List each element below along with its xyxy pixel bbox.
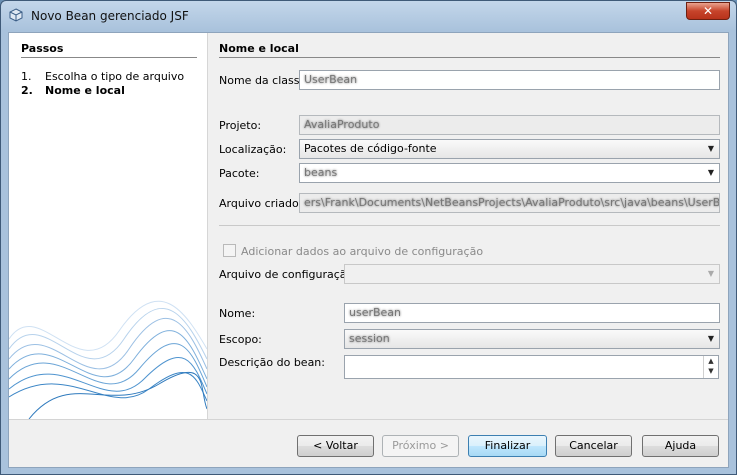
next-button[interactable]: Próximo > [382, 435, 459, 457]
netbeans-cube-icon [9, 8, 23, 22]
step-item-1: 1. Escolha o tipo de arquivo [21, 70, 184, 83]
dialog-body: Passos 1. Escolha o tipo de arquivo 2. Nom… [8, 32, 729, 468]
form-panel: Nome e local Nome da classe: UserBean Pr… [219, 33, 724, 419]
package-value: beans [304, 166, 338, 179]
bean-name-input[interactable]: userBean [344, 303, 720, 323]
package-combo[interactable]: beans ▼ [299, 163, 720, 183]
form-header: Nome e local [219, 42, 299, 55]
location-value: Pacotes de código-fonte [304, 142, 437, 155]
chevron-down-icon: ▼ [707, 144, 714, 153]
scope-label: Escopo: [219, 333, 262, 346]
title-bar[interactable]: Novo Bean gerenciado JSF ✕ [1, 1, 736, 31]
back-button[interactable]: < Voltar [297, 435, 374, 457]
created-file-value: ers\Frank\Documents\NetBeansProjects\Ava… [304, 196, 720, 209]
step-label: Nome e local [45, 84, 125, 97]
close-button[interactable]: ✕ [686, 2, 730, 20]
cancel-button[interactable]: Cancelar [555, 435, 632, 457]
help-button[interactable]: Ajuda [642, 435, 719, 457]
step-item-2-current: 2. Nome e local [21, 84, 125, 97]
class-name-input[interactable]: UserBean [299, 70, 720, 90]
class-name-label: Nome da classe: [219, 74, 310, 87]
spinner-arrows-icon[interactable]: ▲ ▼ [703, 356, 718, 378]
created-file-label: Arquivo criado: [219, 197, 303, 210]
step-number: 1. [21, 70, 32, 83]
section-divider [219, 225, 720, 226]
chevron-down-icon: ▼ [707, 269, 714, 278]
scope-value: session [349, 332, 390, 345]
add-config-label: Adicionar dados ao arquivo de configuraç… [241, 245, 484, 258]
package-label: Pacote: [219, 167, 260, 180]
location-dropdown[interactable]: Pacotes de código-fonte ▼ [299, 139, 720, 159]
button-bar-divider [9, 419, 728, 420]
chevron-down-icon: ▼ [707, 168, 714, 177]
project-value: AvaliaProduto [304, 118, 380, 131]
description-textarea[interactable]: ▲ ▼ [344, 355, 719, 379]
bean-name-label: Nome: [219, 307, 256, 320]
window-title: Novo Bean gerenciado JSF [31, 9, 189, 23]
created-file-field: ers\Frank\Documents\NetBeansProjects\Ava… [299, 193, 720, 213]
finish-button[interactable]: Finalizar [468, 435, 547, 457]
steps-divider [21, 57, 197, 58]
project-label: Projeto: [219, 119, 262, 132]
close-icon: ✕ [702, 4, 714, 18]
checkbox-box[interactable] [223, 244, 236, 257]
scope-dropdown[interactable]: session ▼ [344, 329, 720, 349]
project-field: AvaliaProduto [299, 115, 720, 135]
steps-panel: Passos 1. Escolha o tipo de arquivo 2. Nom… [9, 33, 208, 419]
location-label: Localização: [219, 143, 287, 156]
dialog-window: Novo Bean gerenciado JSF ✕ Passos 1. Esco… [0, 0, 737, 475]
decorative-wave-graphic [9, 300, 207, 419]
config-file-dropdown[interactable]: ▼ [344, 264, 720, 284]
add-config-checkbox[interactable]: Adicionar dados ao arquivo de configuraç… [223, 244, 483, 258]
description-label: Descrição do bean: [219, 356, 325, 369]
config-file-label: Arquivo de configuração: [219, 268, 357, 281]
bean-name-value: userBean [349, 306, 402, 319]
form-header-divider [219, 57, 720, 58]
chevron-down-icon: ▼ [707, 334, 714, 343]
step-number: 2. [21, 84, 33, 97]
step-label: Escolha o tipo de arquivo [45, 70, 185, 83]
class-name-value: UserBean [304, 73, 358, 86]
steps-header: Passos [21, 42, 64, 55]
